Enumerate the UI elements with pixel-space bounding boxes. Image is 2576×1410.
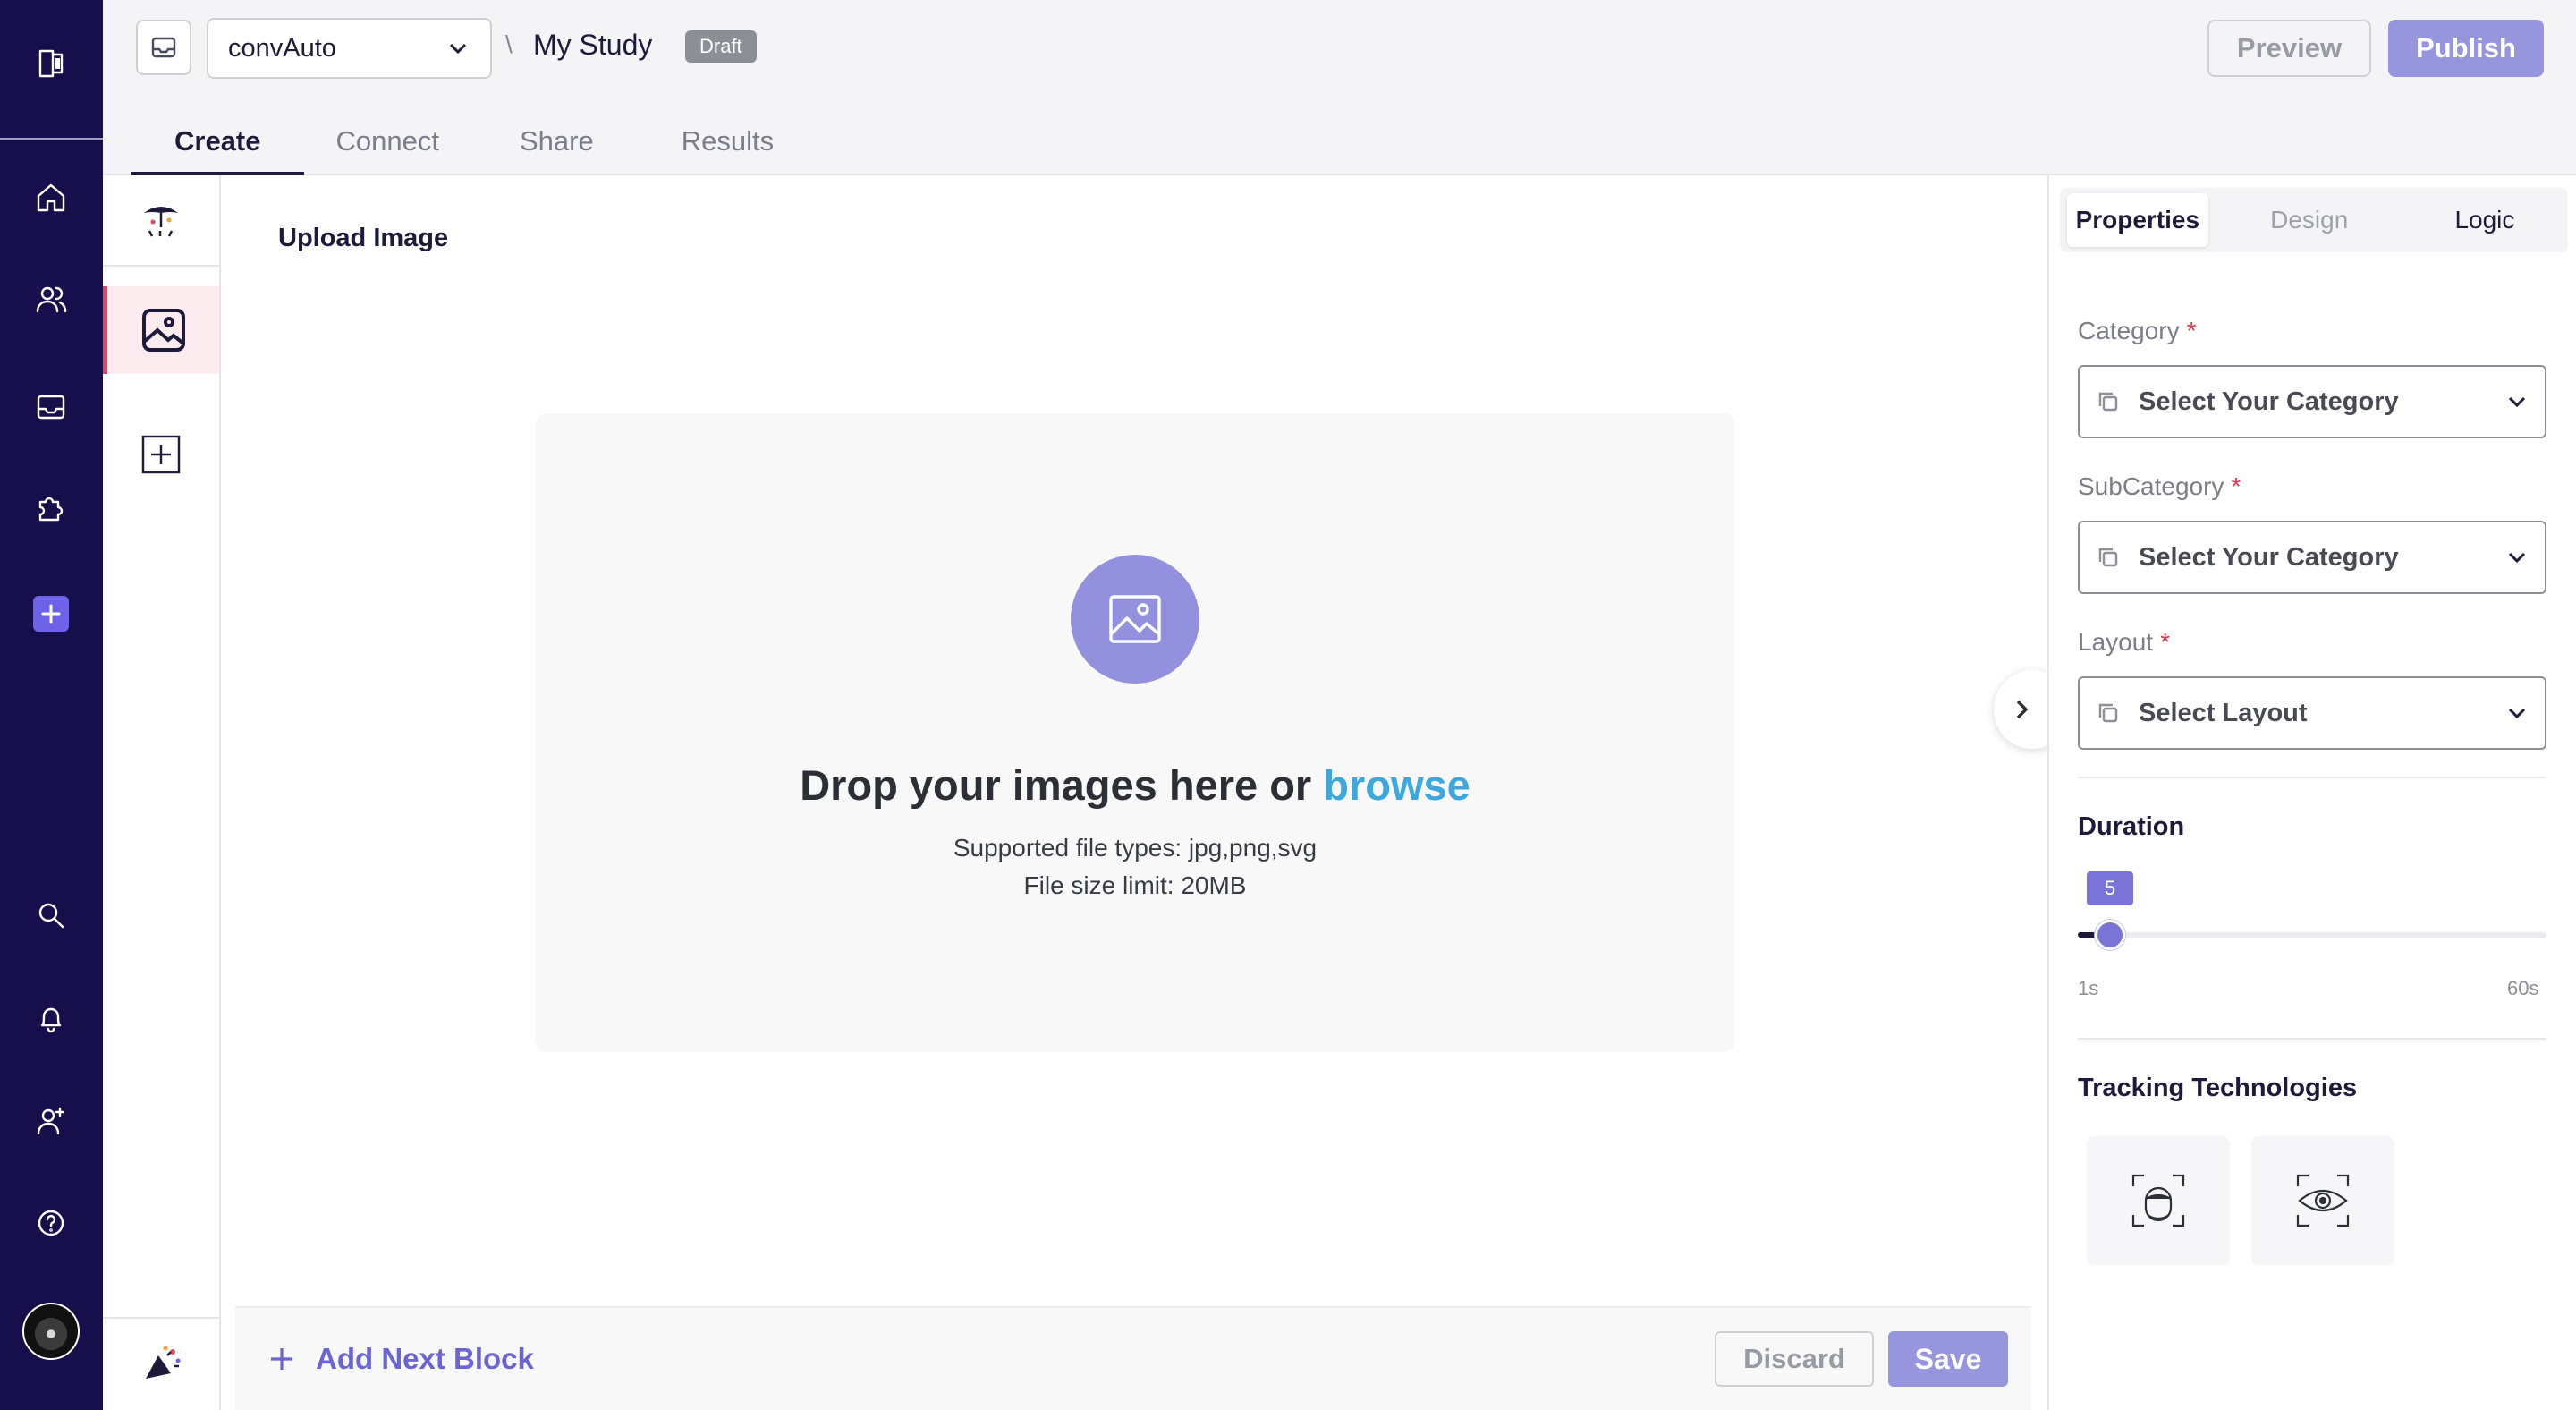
face-tracking-icon [2131,1174,2185,1227]
section-divider [2078,777,2546,778]
block-title: Upload Image [278,224,449,252]
workspace-inbox-button[interactable] [136,20,191,75]
top-bar: convAuto \ My Study Draft Preview Publis… [103,0,2576,175]
inbox-icon [151,37,176,58]
panel-tabs: Properties Design Logic [2060,188,2568,252]
tab-connect[interactable]: Connect [336,116,439,175]
block-list [103,175,221,1410]
tab-properties[interactable]: Properties [2067,193,2208,247]
main-tabs: Create Connect Share Results [131,116,774,175]
category-select[interactable]: Select Your Category [2078,365,2546,438]
tab-create[interactable]: Create [131,116,303,175]
tracking-technologies-label: Tracking Technologies [2078,1074,2358,1102]
category-label-text: Category [2078,317,2180,344]
logo-icon[interactable] [27,39,75,88]
image-block[interactable] [103,286,219,374]
dropzone-heading-text: Drop your images here or [800,761,1324,809]
subcategory-label: SubCategory * [2078,472,2241,501]
supported-file-types: Supported file types: jpg,png,svg [953,834,1318,862]
duration-max-label: 60s [2507,977,2539,999]
editor-footer: Add Next Block Discard Save [235,1306,2031,1410]
layout-select-value: Select Layout [2139,698,2308,727]
tab-design[interactable]: Design [2226,193,2393,247]
inbox-icon[interactable] [27,383,75,431]
layout-label: Layout * [2078,628,2170,657]
layout-label-text: Layout [2078,628,2154,656]
user-add-icon[interactable] [27,1097,75,1145]
user-avatar[interactable] [22,1303,80,1360]
duration-slider-handle[interactable] [2095,920,2125,950]
celebration-icon [146,1346,181,1379]
subcategory-select[interactable]: Select Your Category [2078,521,2546,594]
chevron-down-icon [449,43,467,55]
eye-tracking-icon [2296,1174,2350,1227]
duration-min-label: 1s [2078,977,2099,999]
chevron-down-icon [2508,396,2526,408]
copy-icon [2098,703,2118,723]
copy-icon [2098,392,2118,412]
duration-label: Duration [2078,812,2185,841]
editor-canvas: Upload Image Drop your images here or br… [221,175,2071,1410]
browse-link[interactable]: browse [1323,761,1470,809]
image-icon [141,309,185,352]
tab-results[interactable]: Results [682,116,774,175]
tab-logic[interactable]: Logic [2402,193,2568,247]
subcategory-select-value: Select Your Category [2139,542,2399,572]
layout-select[interactable]: Select Layout [2078,676,2546,750]
help-icon[interactable] [27,1199,75,1247]
bell-icon[interactable] [27,995,75,1043]
workspace-select-value: convAuto [228,33,336,63]
file-size-limit: File size limit: 20MB [1023,871,1247,899]
dropzone-image-icon [1071,555,1199,684]
breadcrumb-separator: \ [505,30,513,58]
copy-icon [2098,548,2118,567]
search-icon[interactable] [27,891,75,939]
dropzone-heading: Drop your images here or browse [536,760,1734,810]
nav-separator [0,138,103,140]
welcome-block[interactable] [103,175,219,267]
plus-icon [271,1348,292,1370]
plus-square-icon [141,435,181,474]
chevron-down-icon [2508,708,2526,719]
save-button[interactable]: Save [1888,1331,2008,1387]
add-next-block-label: Add Next Block [316,1342,534,1375]
subcategory-label-text: SubCategory [2078,472,2224,500]
workspace-select[interactable]: convAuto [207,18,492,79]
chevron-down-icon [2508,552,2526,564]
eye-tracking-option[interactable] [2251,1136,2394,1265]
category-select-value: Select Your Category [2139,386,2399,416]
study-title[interactable]: My Study [533,29,652,62]
mascot-icon [144,207,178,237]
duration-value-badge: 5 [2087,871,2133,905]
add-block-button[interactable] [103,428,219,481]
status-badge: Draft [685,30,757,63]
required-mark: * [2231,472,2241,500]
face-tracking-option[interactable] [2087,1136,2230,1265]
plus-icon[interactable] [33,596,69,632]
add-next-block-button[interactable]: Add Next Block [267,1342,534,1376]
required-mark: * [2186,317,2197,344]
preview-button[interactable]: Preview [2207,20,2371,77]
properties-panel: Properties Design Logic Category * Select… [2047,175,2576,1410]
category-label: Category * [2078,317,2197,345]
required-mark: * [2160,628,2170,656]
publish-button[interactable]: Publish [2388,20,2544,77]
users-icon[interactable] [27,276,75,324]
puzzle-icon[interactable] [27,483,75,531]
image-dropzone[interactable]: Drop your images here or browse Supporte… [536,413,1734,1052]
discard-button[interactable]: Discard [1715,1331,1874,1387]
left-nav-rail [0,0,103,1410]
tab-share[interactable]: Share [520,116,594,175]
chevron-right-icon [2016,700,2029,719]
section-divider [2078,1038,2546,1040]
home-icon[interactable] [27,174,75,222]
duration-slider[interactable] [2078,920,2546,950]
end-block[interactable] [103,1317,219,1410]
